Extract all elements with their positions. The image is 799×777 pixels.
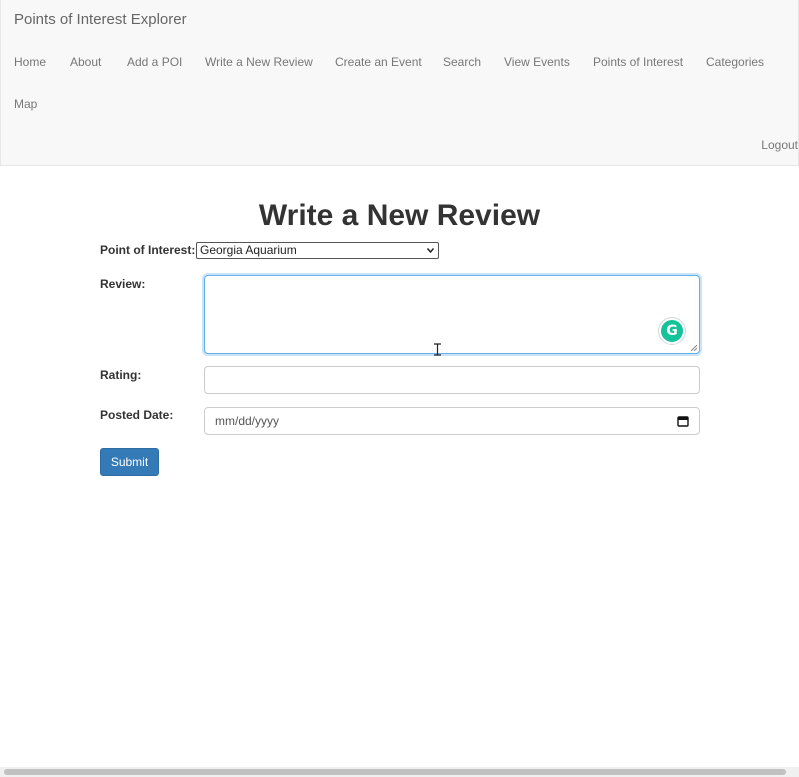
nav-create-event[interactable]: Create an Event [335, 55, 422, 69]
chevron-down-icon [426, 248, 435, 254]
brand-link[interactable]: Points of Interest Explorer [14, 11, 187, 28]
posted-date-input[interactable]: mm/dd/yyyy [204, 407, 700, 435]
text-cursor-icon [434, 343, 441, 356]
nav-home[interactable]: Home [14, 55, 46, 69]
nav-map[interactable]: Map [14, 97, 37, 111]
nav-view-events[interactable]: View Events [504, 55, 570, 69]
date-placeholder: mm/dd/yyyy [215, 414, 280, 428]
page-title: Write a New Review [258, 199, 541, 232]
grammarly-icon[interactable]: G [659, 318, 685, 344]
nav-search[interactable]: Search [443, 55, 481, 69]
poi-label: Point of Interest: [100, 243, 196, 257]
logout-link[interactable]: Logout [761, 138, 798, 152]
submit-button[interactable]: Submit [100, 448, 159, 476]
poi-select[interactable]: Georgia Aquarium [196, 242, 439, 259]
posted-date-label: Posted Date: [100, 408, 174, 422]
review-textarea[interactable]: G [204, 275, 700, 354]
resize-grip-icon[interactable] [691, 345, 697, 351]
nav-categories[interactable]: Categories [706, 55, 764, 69]
rating-label: Rating: [100, 368, 142, 382]
top-navbar: Points of Interest Explorer Home About A… [0, 0, 799, 166]
poi-selected-value: Georgia Aquarium [200, 243, 297, 257]
review-label: Review: [100, 277, 146, 291]
horizontal-scrollbar[interactable] [0, 767, 799, 777]
rating-input[interactable] [204, 366, 700, 394]
nav-about[interactable]: About [70, 55, 101, 69]
nav-write-review[interactable]: Write a New Review [205, 55, 313, 69]
calendar-icon[interactable] [677, 415, 689, 427]
nav-points-of-interest[interactable]: Points of Interest [593, 55, 683, 69]
nav-add-poi[interactable]: Add a POI [127, 55, 182, 69]
scrollbar-thumb[interactable] [4, 769, 786, 775]
